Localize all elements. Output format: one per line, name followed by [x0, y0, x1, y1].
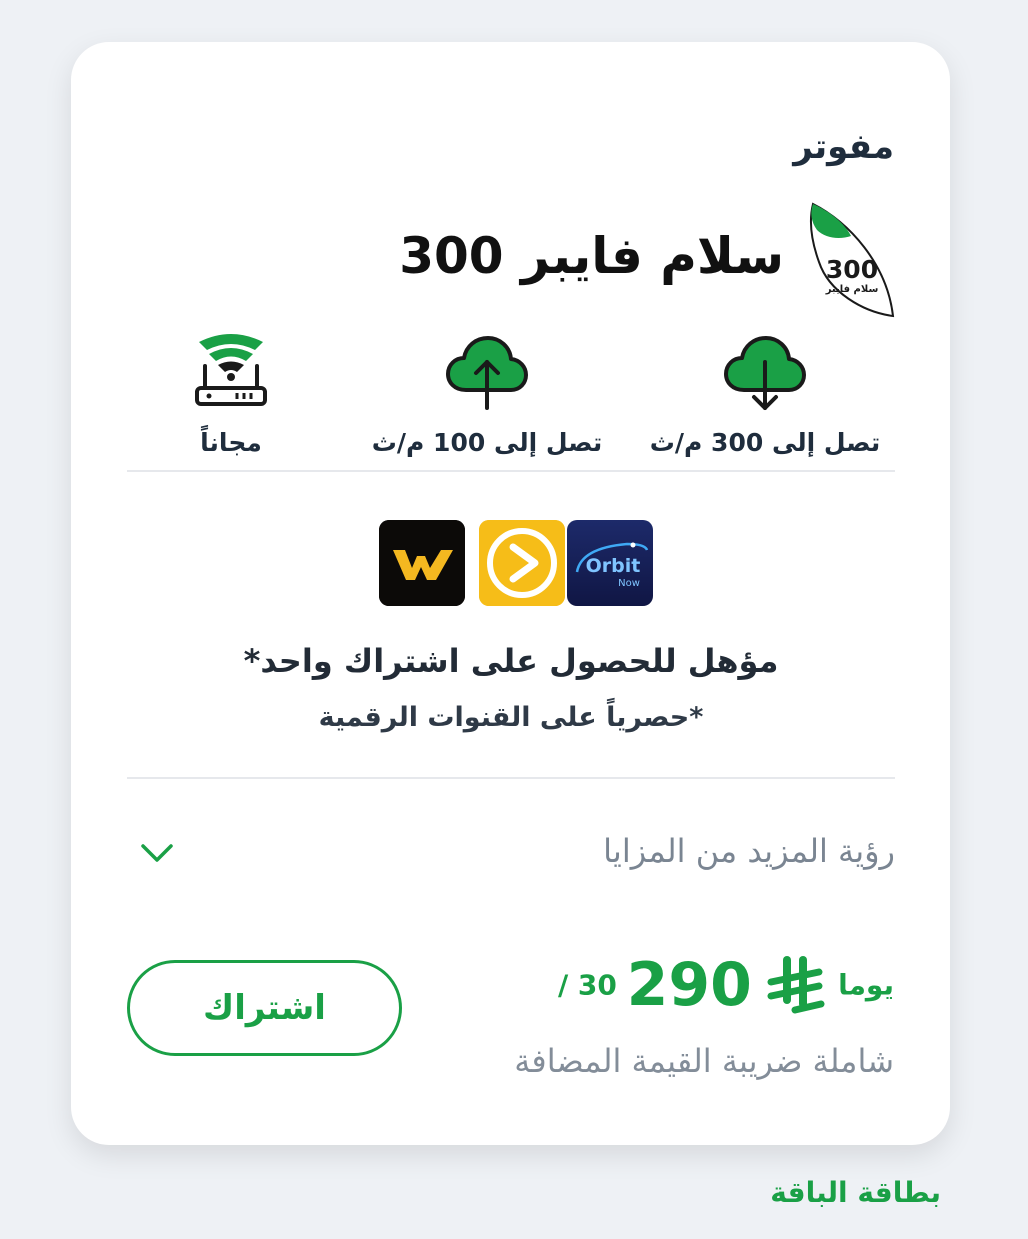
plan-title: سلام فايبر 300: [399, 227, 784, 285]
plan-type-label: مفوتر: [793, 127, 894, 167]
eligibility-text: مؤهل للحصول على اشتراك واحد*: [243, 642, 779, 680]
app-play-logo[interactable]: [479, 520, 565, 606]
price-row: / 30 يوما 290: [558, 950, 894, 1020]
divider-top: [127, 470, 895, 472]
feature-upload-text: تصل إلى 100 م/ث: [371, 428, 603, 457]
app-w-logo[interactable]: [379, 520, 465, 606]
feature-download: تصل إلى 300 م/ث: [635, 332, 895, 457]
apps-row: Orbit Now: [379, 520, 655, 606]
orbit-sub: Now: [618, 578, 640, 589]
cloud-upload-icon: [446, 336, 528, 410]
feature-router-text: مجاناً: [200, 428, 262, 457]
package-card-link[interactable]: بطاقة الباقة: [770, 1176, 941, 1209]
badge-number: 300: [826, 255, 878, 284]
price-amount: 290: [626, 950, 752, 1020]
feature-download-text: تصل إلى 300 م/ث: [649, 428, 881, 457]
feature-upload: تصل إلى 100 م/ث: [357, 332, 617, 457]
orbit-app-icon: Orbit Now: [567, 520, 653, 606]
plan-badge-logo: 300 سلام فايبر: [809, 202, 897, 320]
feature-router: مجاناً: [101, 332, 361, 457]
wifi-router-icon: [195, 334, 267, 406]
riyal-icon: [767, 956, 825, 1014]
plan-card: مفوتر 300 سلام فايبر سلام فايبر 300 تصل …: [71, 42, 950, 1145]
w-app-icon: [379, 520, 465, 606]
subscribe-button[interactable]: اشتراك: [127, 960, 402, 1056]
play-app-icon: [479, 520, 565, 606]
badge-caption: سلام فايبر: [825, 284, 879, 295]
cloud-download-icon: [724, 336, 806, 410]
app-orbit-logo[interactable]: Orbit Now: [567, 520, 653, 606]
vat-note: شاملة ضريبة القيمة المضافة: [514, 1042, 894, 1080]
leaf-badge-icon: 300 سلام فايبر: [810, 202, 895, 318]
more-benefits-label: رؤية المزيد من المزايا: [603, 832, 895, 870]
chevron-down-icon[interactable]: [137, 838, 177, 868]
divider-middle: [127, 777, 895, 779]
orbit-name: Orbit: [586, 555, 641, 577]
exclusive-note: *حصرياً على القنوات الرقمية: [318, 702, 704, 733]
more-benefits-toggle[interactable]: رؤية المزيد من المزايا: [127, 832, 895, 878]
